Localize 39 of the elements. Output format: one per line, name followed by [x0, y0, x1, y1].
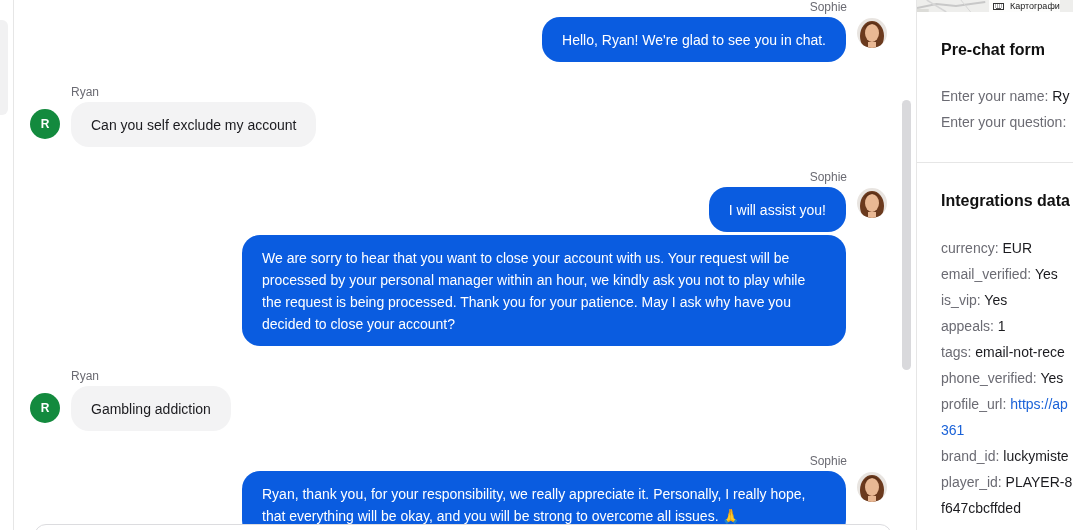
field-value: EUR: [1002, 240, 1033, 256]
avatar: R: [30, 109, 60, 139]
field-row-text: currency: EUR: [941, 239, 1034, 258]
field-value: f647cbcffded: [941, 499, 1022, 518]
field-row-text: player_id: PLAYER-8: [941, 473, 1073, 492]
message-bubble: I will assist you!: [708, 187, 846, 232]
section-title: Integrations data: [941, 192, 1071, 210]
field-row-text: tags: email-not-rece: [941, 343, 1066, 362]
message-bubble: Can you self exclude my account: [71, 102, 317, 147]
author-name: Ryan: [71, 369, 99, 383]
author-name: Sophie: [809, 170, 847, 184]
field-row-text: is_vip: Yes: [941, 291, 1009, 310]
profile-link[interactable]: 361: [941, 417, 1073, 443]
profile-link[interactable]: https://ap: [1010, 396, 1068, 412]
author-name: Ryan: [71, 85, 99, 99]
field-value: Yes: [1040, 370, 1064, 386]
field-row-text: Enter your name: Ry: [941, 87, 1071, 106]
field-value: Yes: [1034, 266, 1058, 282]
field-row-text: email_verified: Yes: [941, 265, 1059, 284]
avatar: R: [30, 393, 60, 423]
field-value: Ry: [1052, 88, 1070, 104]
field-row-text: appeals: 1: [941, 317, 1007, 336]
field-row-text: phone_verified: Yes: [941, 369, 1065, 388]
message-bubble: We are sorry to hear that you want to close your account with us. Your request will be processed by your personal manager within an hour, we kindly ask you not to play while the request is being processed. Thank you for your patience. May I ask why have you decided to close your account?: [242, 235, 846, 346]
keyboard-icon[interactable]: [993, 2, 1004, 10]
scrollbar-thumb[interactable]: [902, 100, 911, 370]
field-row-text: Enter your question:: [941, 113, 1068, 132]
field-row-text: profile_url: https://ap: [941, 395, 1069, 414]
field-value: 1: [997, 318, 1006, 334]
field-row-text: brand_id: luckymiste: [941, 447, 1070, 466]
field-value: email-not-rece: [975, 344, 1065, 360]
section-title: Pre-chat form: [941, 41, 1047, 59]
author-name: Sophie: [809, 0, 847, 14]
field-value: luckymiste: [1003, 448, 1069, 464]
message-bubble: Gambling addiction: [71, 386, 231, 431]
message-bubble: Hello, Ryan! We're glad to see you in chat.: [542, 17, 846, 62]
author-name: Sophie: [809, 454, 847, 468]
field-value: Yes: [984, 292, 1008, 308]
field-value: PLAYER-8: [1005, 474, 1073, 490]
